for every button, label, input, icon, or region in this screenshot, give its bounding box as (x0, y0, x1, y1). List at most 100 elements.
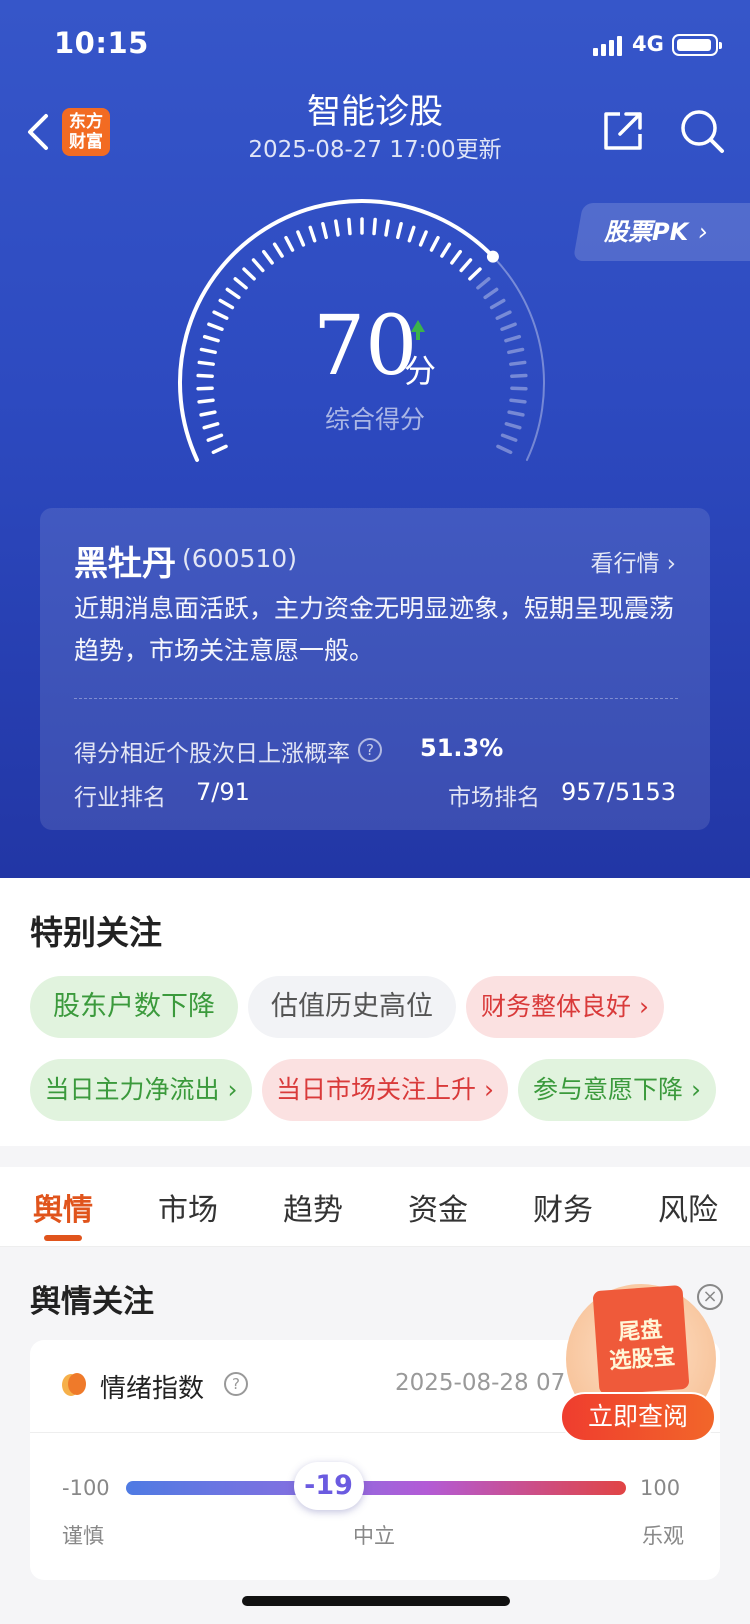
help-icon[interactable]: ? (224, 1372, 248, 1396)
help-icon[interactable]: ? (358, 738, 382, 762)
gauge-tick (510, 373, 528, 378)
label-optimistic: 乐观 (642, 1524, 684, 1548)
focus-tag-label: 当日市场关注上升 (276, 1075, 477, 1104)
gauge-tick (468, 267, 482, 281)
focus-tag-label: 参与意愿下降 (533, 1075, 684, 1104)
gauge-tick (207, 322, 224, 331)
stock-pk-button[interactable]: 股票PK › (572, 203, 750, 261)
gauge-tick (211, 444, 228, 455)
gauge-tick (296, 230, 306, 247)
gauge-tick (284, 235, 295, 252)
special-focus-title: 特别关注 (30, 913, 162, 952)
gauge-tick (199, 347, 217, 355)
chevron-right-icon: › (698, 218, 708, 246)
gauge-tick (509, 360, 527, 366)
gauge-tick (507, 347, 525, 355)
gauge-tick (500, 433, 518, 442)
chevron-right-icon: › (631, 992, 649, 1021)
gauge-tick (476, 277, 491, 290)
gauge-tick (233, 277, 248, 290)
rise-probability-label: 得分相近个股次日上涨概率 (74, 741, 350, 767)
promo-line2: 选股宝 (608, 1344, 677, 1375)
gauge-tick (202, 334, 220, 343)
focus-tag-label: 财务整体良好 (481, 992, 632, 1021)
sentiment-date: 2025-08-28 07 (395, 1370, 566, 1396)
stock-summary-card: 黑牡丹 (600510) 看行情 › 近期消息面活跃，主力资金无明显迹象，短期呈… (40, 508, 710, 830)
market-rank-value: 957/5153 (561, 778, 676, 806)
status-bar: 10:15 4G (0, 0, 750, 90)
gauge-tick (321, 221, 328, 240)
gauge-tick (483, 287, 499, 300)
sentiment-bar (126, 1481, 626, 1495)
gauge-tick (251, 258, 265, 273)
gauge-tick (218, 298, 235, 310)
scale-min: -100 (62, 1476, 110, 1500)
gauge-tick (396, 221, 403, 240)
gauge-tick (440, 242, 452, 258)
stock-summary-text: 近期消息面活跃，主力资金无明显迹象，短期呈现震荡趋势，市场关注意愿一般。 (74, 594, 675, 665)
view-quote-label: 看行情 (590, 551, 660, 577)
focus-tag[interactable]: 估值历史高位 (248, 976, 456, 1038)
gauge-tick (272, 242, 284, 258)
tab-sentiment[interactable]: 舆情 (33, 1185, 93, 1229)
sentiment-value: -19 (293, 1462, 364, 1510)
promo-book-image: 尾盘 选股宝 (592, 1284, 690, 1396)
gauge-tick (500, 322, 517, 331)
gauge-tick (429, 235, 440, 252)
focus-tag[interactable]: 当日市场关注上升 › (262, 1059, 508, 1121)
gauge-marker (486, 250, 499, 263)
gauge-tick (197, 360, 215, 366)
battery-icon (672, 34, 722, 56)
chevron-right-icon: › (659, 551, 676, 577)
opinion-title: 舆情关注 (30, 1284, 154, 1320)
gauge-tick (407, 225, 416, 243)
score-unit: 分 (404, 352, 437, 390)
gauge-tick (206, 433, 224, 442)
view-quote-link[interactable]: 看行情 › (590, 544, 676, 578)
industry-rank-label: 行业排名 (74, 785, 166, 811)
chevron-right-icon: › (476, 1075, 494, 1104)
gauge-tick (262, 249, 274, 265)
close-icon[interactable]: × (697, 1284, 723, 1310)
score-value: 70 (313, 299, 418, 394)
focus-tag-label: 当日主力净流出 (44, 1075, 220, 1104)
promo-button[interactable]: 立即查阅 (560, 1392, 716, 1442)
focus-tag[interactable]: 财务整体良好 › (466, 976, 664, 1038)
gauge-tick (384, 219, 390, 237)
share-icon[interactable] (600, 108, 646, 154)
focus-tag[interactable]: 股东户数下降 (30, 976, 238, 1038)
gauge-tick (496, 444, 513, 455)
gauge-tick (334, 219, 340, 237)
focus-tag[interactable]: 当日主力净流出 › (30, 1059, 252, 1121)
sentiment-icon (62, 1373, 86, 1396)
gauge-tick (347, 217, 352, 236)
tab-market[interactable]: 市场 (158, 1185, 218, 1229)
tab-risk[interactable]: 风险 (658, 1185, 718, 1229)
gauge-tick (212, 310, 229, 320)
stock-code: (600510) (182, 544, 297, 573)
tab-funds[interactable]: 资金 (408, 1185, 468, 1229)
score-label: 综合得分 (324, 405, 425, 434)
focus-tag[interactable]: 参与意愿下降 › (518, 1059, 716, 1121)
chevron-right-icon: › (219, 1075, 238, 1104)
tab-trend[interactable]: 趋势 (283, 1185, 343, 1229)
label-neutral: 中立 (353, 1524, 395, 1548)
gauge-tick (308, 225, 317, 243)
promo-widget[interactable]: 尾盘 选股宝 立即查阅 (560, 1280, 720, 1442)
gauge-tick (495, 310, 512, 320)
special-focus-section: 特别关注 股东户数下降 估值历史高位 财务整体良好 › 当日主力净流出 › 当日… (0, 878, 750, 1146)
market-rank-label: 市场排名 (448, 785, 540, 811)
scale-max: 100 (640, 1476, 681, 1500)
gauge-tick (196, 373, 214, 378)
stock-pk-label: 股票PK (604, 218, 689, 246)
rise-probability-value: 51.3% (420, 734, 504, 762)
gauge-tick (459, 258, 473, 273)
gauge-tick (372, 217, 377, 236)
search-icon[interactable] (679, 108, 725, 154)
analysis-tabs: 舆情 市场 趋势 资金 财务 风险 (0, 1167, 750, 1247)
tab-finance[interactable]: 财务 (533, 1185, 593, 1229)
gauge-tick (504, 334, 522, 343)
status-time: 10:15 (54, 26, 149, 60)
signal-icon (593, 36, 623, 56)
chevron-right-icon: › (683, 1075, 701, 1104)
